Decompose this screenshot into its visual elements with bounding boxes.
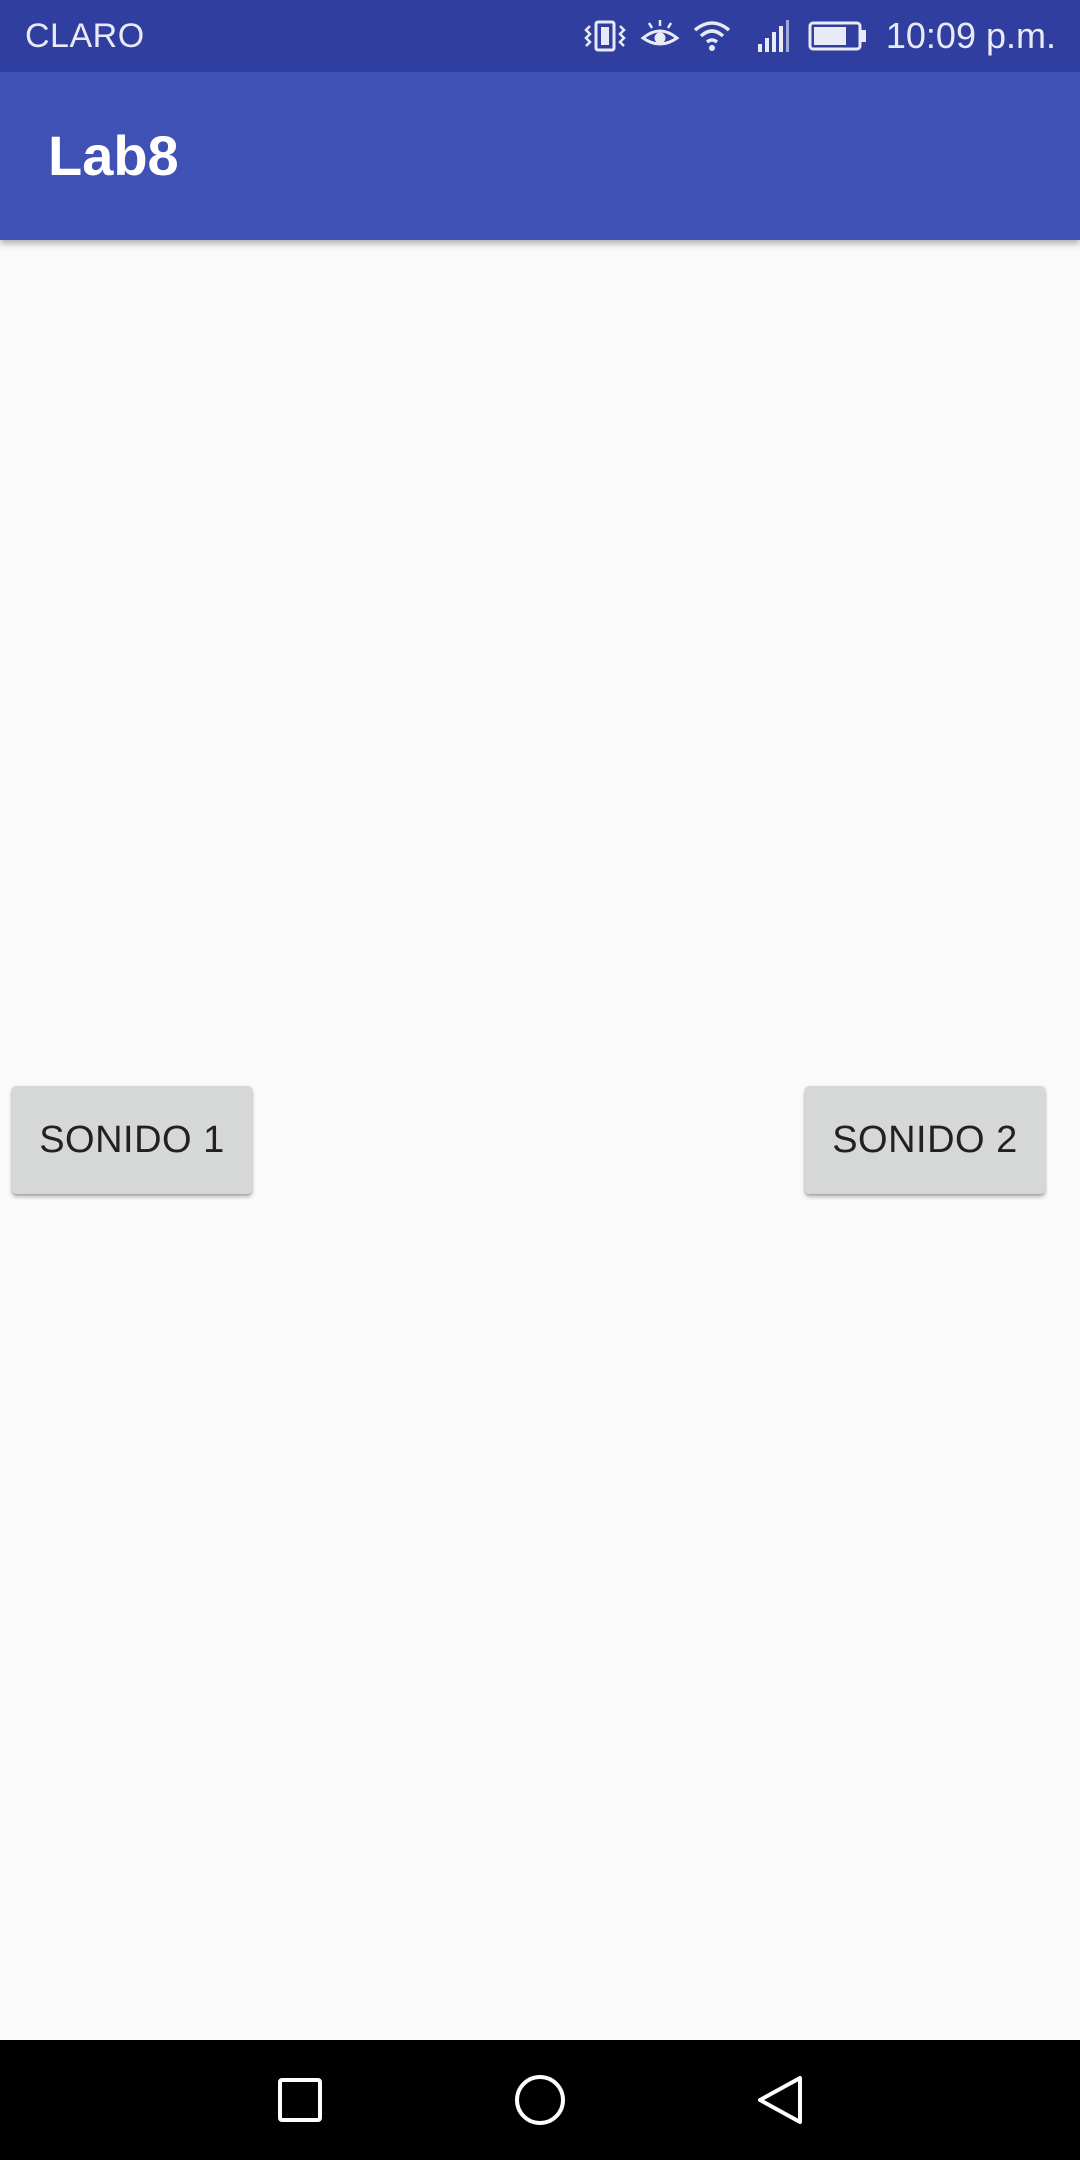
recents-icon[interactable] [270,2070,330,2130]
eye-comfort-icon [640,18,680,54]
status-icons: 10:09 p.m. [582,0,1056,72]
home-icon[interactable] [510,2070,570,2130]
app-title: Lab8 [48,124,179,187]
sonido-1-button[interactable]: SONIDO 1 [12,1086,252,1194]
app-bar: Lab8 [0,72,1080,240]
signal-icon [756,18,790,54]
main-content: SONIDO 1 SONIDO 2 [0,240,1080,2040]
sonido-2-button[interactable]: SONIDO 2 [805,1086,1045,1194]
battery-icon [808,21,868,51]
navigation-bar [0,2040,1080,2160]
back-icon[interactable] [750,2070,810,2130]
wifi-icon [692,18,732,54]
vibrate-icon [582,18,628,54]
carrier-name: CLARO [25,17,145,55]
status-time: 10:09 p.m. [885,15,1056,56]
status-bar: CLARO 10:09 p.m. [0,0,1080,72]
